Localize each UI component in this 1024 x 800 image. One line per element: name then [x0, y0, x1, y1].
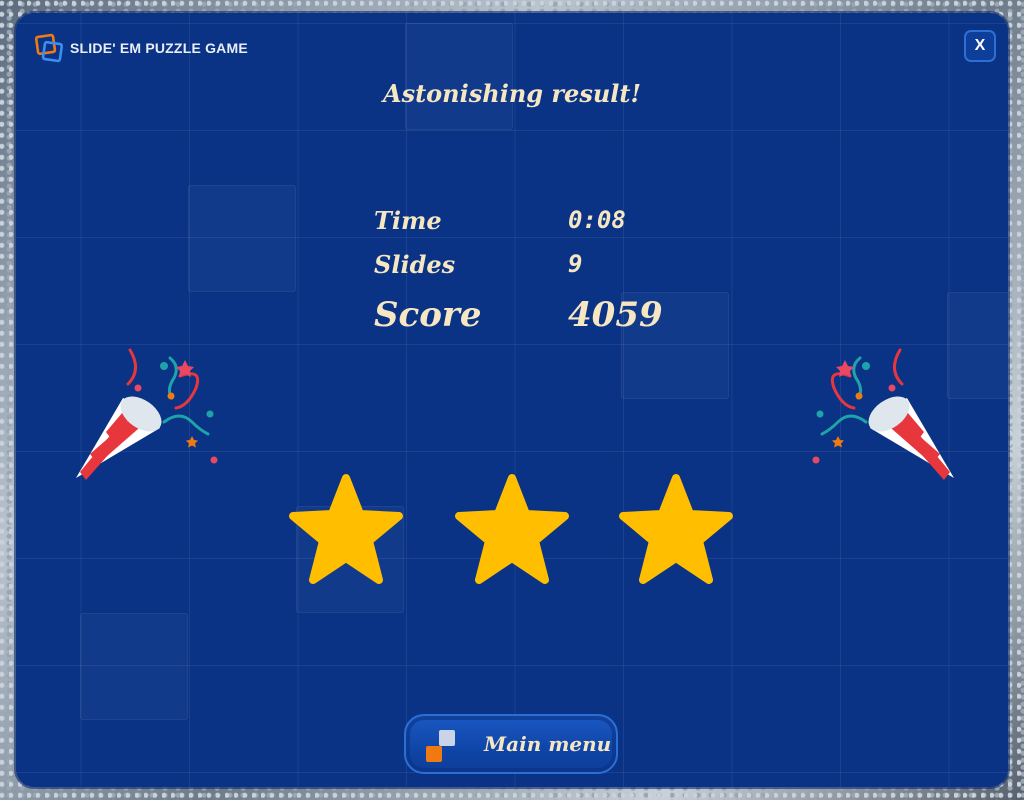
slides-value: 9	[568, 250, 583, 278]
star-icon	[455, 474, 569, 584]
tiles-icon	[426, 730, 455, 762]
main-menu-button[interactable]: Main menu	[404, 714, 618, 774]
app-title: SLIDE' EM PUZZLE GAME	[70, 40, 248, 56]
score-label: Score	[374, 295, 482, 335]
close-icon: X	[974, 37, 986, 54]
star-icon	[289, 474, 403, 584]
party-popper-right-icon	[812, 348, 954, 480]
time-label: Time	[374, 206, 442, 235]
party-popper-left-icon	[76, 348, 218, 480]
grid-tile	[80, 613, 188, 720]
score-value: 4059	[568, 295, 663, 335]
close-button[interactable]: X	[964, 30, 996, 62]
app-logo-icon	[34, 33, 64, 63]
result-dialog: SLIDE' EM PUZZLE GAME X Astonishing resu…	[16, 13, 1008, 787]
result-headline: Astonishing result!	[382, 79, 642, 108]
main-menu-label: Main menu	[484, 732, 612, 756]
time-value: 0:08	[568, 206, 626, 234]
slides-label: Slides	[374, 250, 456, 279]
grid-tile	[405, 23, 513, 130]
grid-tile	[188, 185, 296, 292]
star-icon	[619, 474, 733, 584]
